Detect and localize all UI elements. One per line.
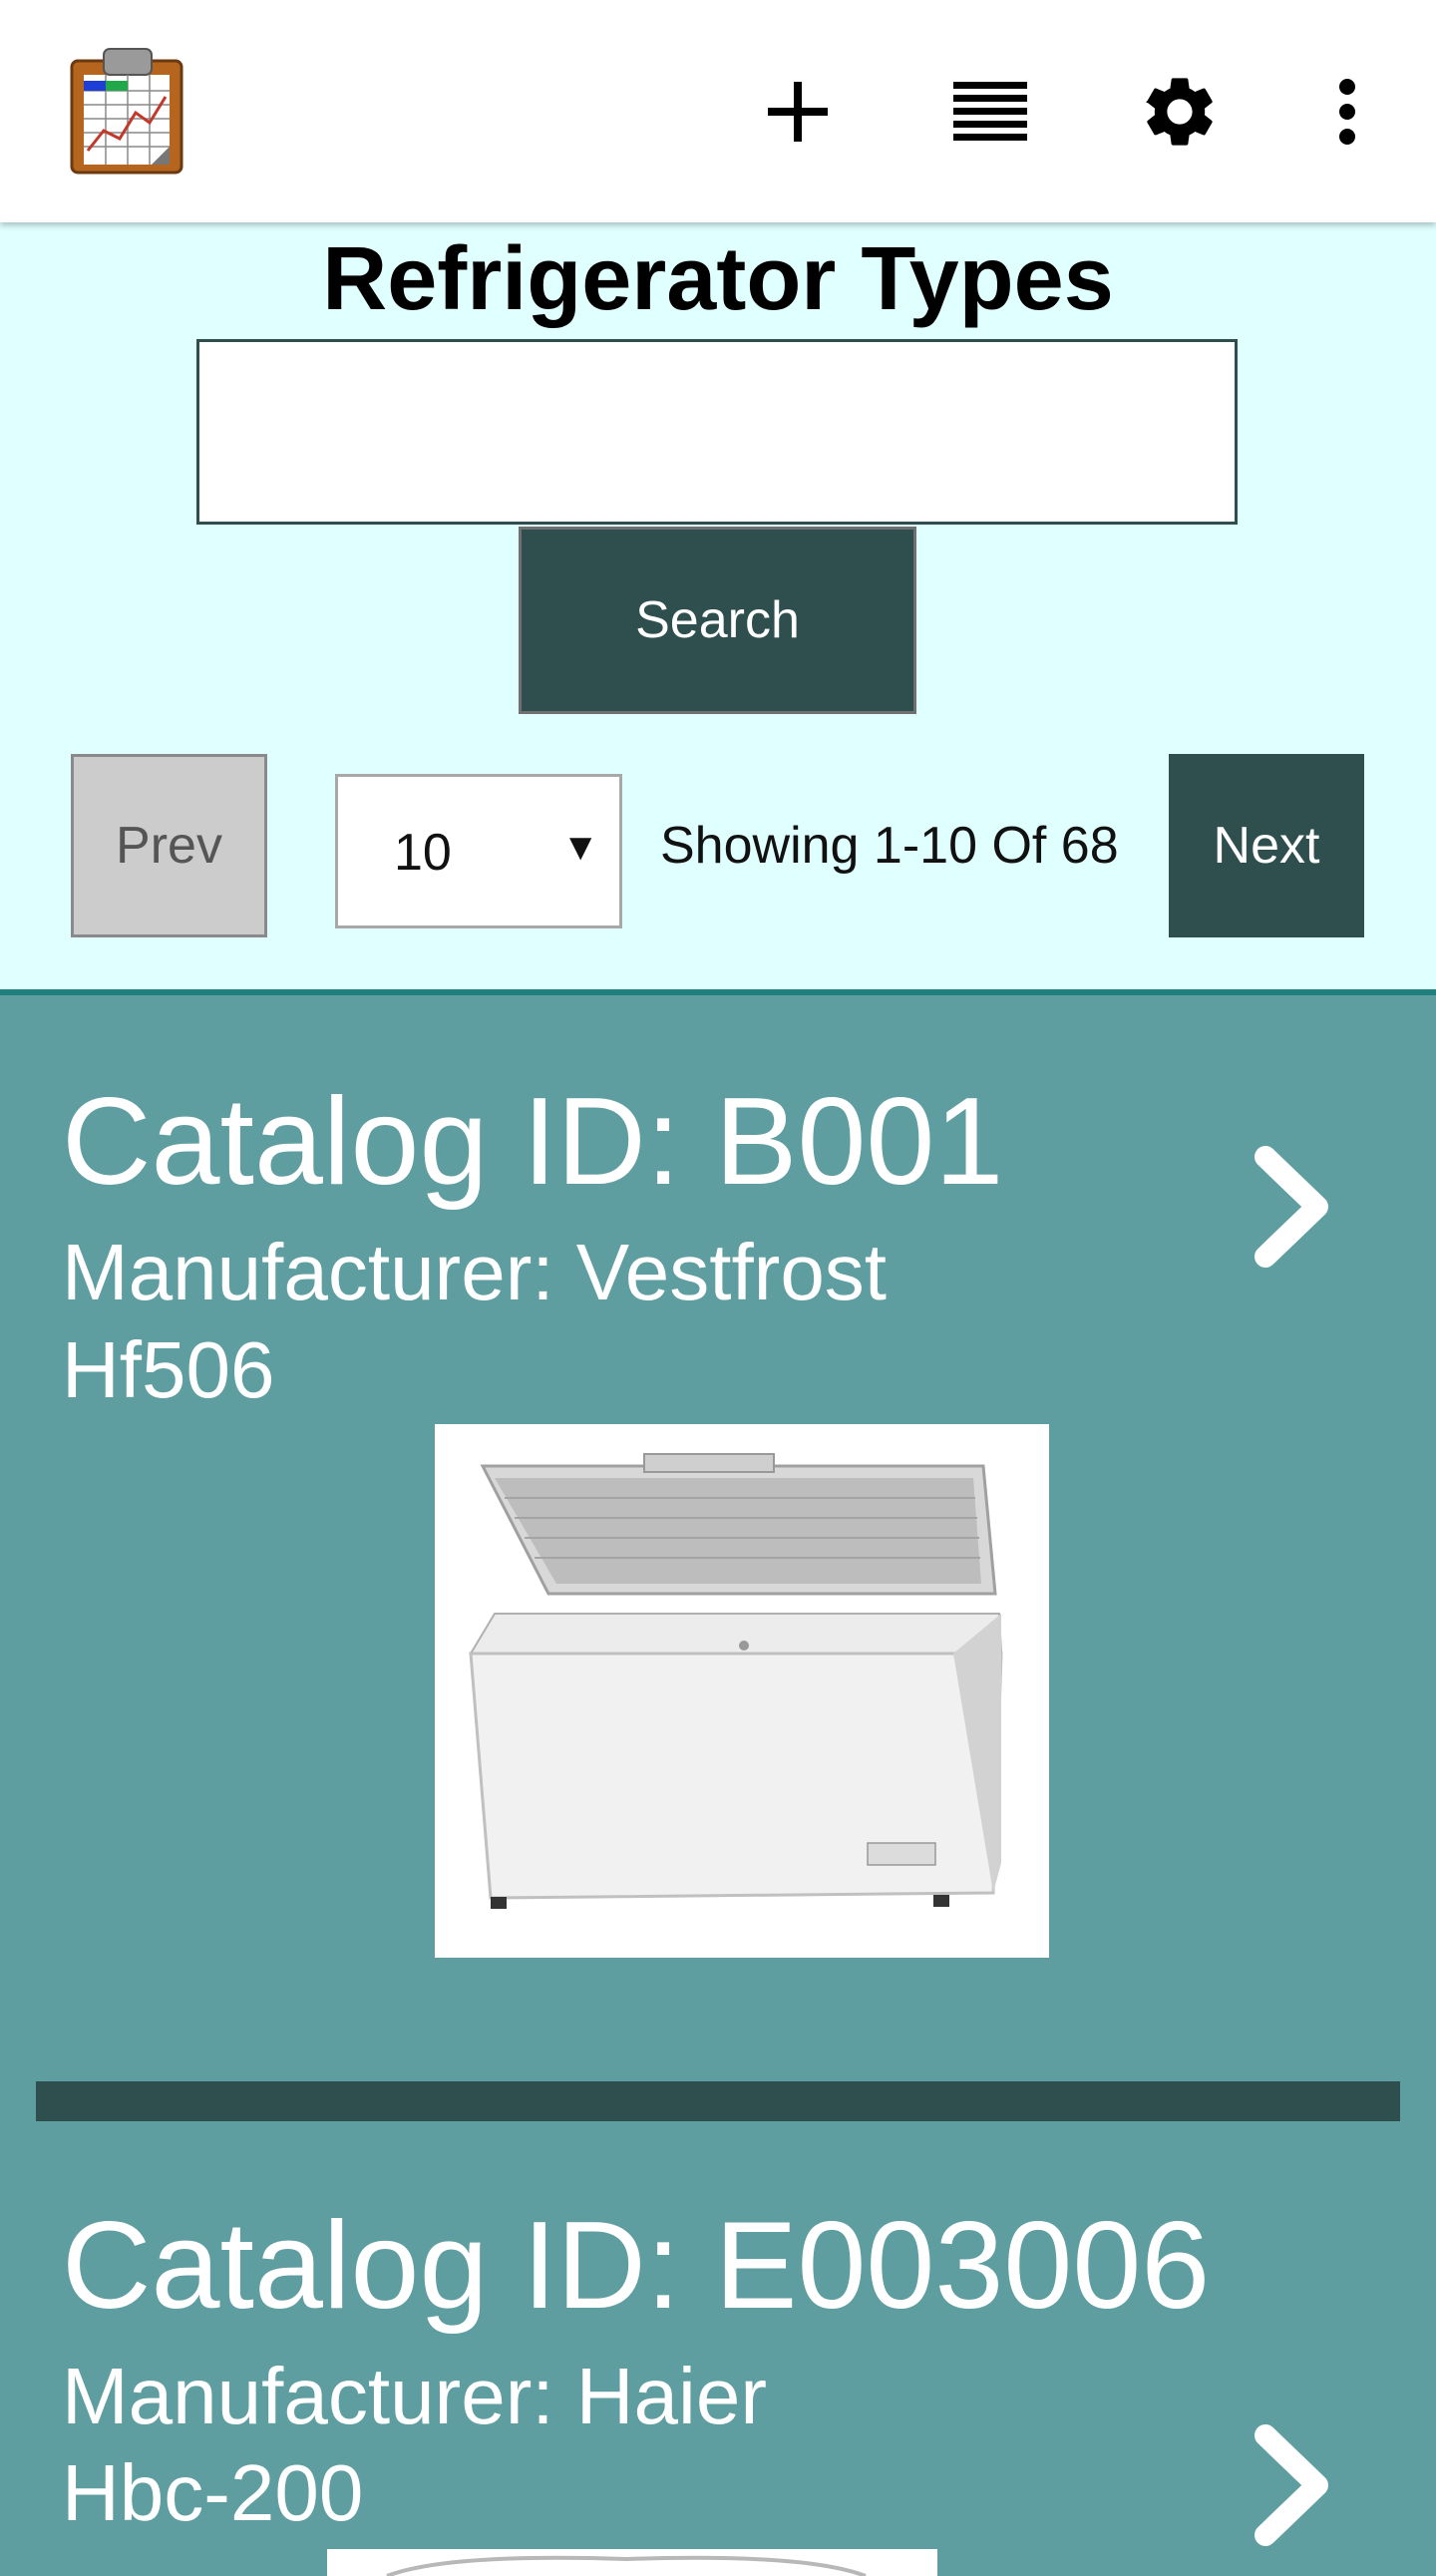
next-button[interactable]: Next <box>1169 754 1364 937</box>
model: Hbc-200 <box>62 2448 364 2537</box>
pagination-status: Showing 1-10 Of 68 <box>660 817 1119 875</box>
item-divider <box>36 2081 1400 2121</box>
dropdown-arrow-icon: ▼ <box>561 827 599 869</box>
more-vert-icon[interactable] <box>1302 62 1392 162</box>
product-image <box>435 1424 1049 1958</box>
chevron-right-icon[interactable] <box>1242 1137 1341 1277</box>
page-title: Refrigerator Types <box>322 229 1114 329</box>
search-button[interactable]: Search <box>519 527 916 714</box>
clipboard-chart-icon[interactable] <box>70 47 185 177</box>
chevron-right-icon[interactable] <box>1242 2415 1341 2555</box>
catalog-id: Catalog ID: E003006 <box>62 2197 1211 2335</box>
app-bar <box>0 0 1436 222</box>
page-size-value: 10 <box>394 824 452 882</box>
product-image <box>327 2549 937 2576</box>
manufacturer: Manufacturer: Vestfrost <box>62 1228 888 1316</box>
model: Hf506 <box>62 1325 275 1414</box>
gear-icon[interactable] <box>1135 62 1225 162</box>
prev-button[interactable]: Prev <box>71 754 267 937</box>
list-lines-icon[interactable] <box>945 62 1035 162</box>
catalog-id: Catalog ID: B001 <box>62 1073 1004 1211</box>
search-input[interactable] <box>196 339 1238 525</box>
panel-divider <box>0 989 1436 995</box>
manufacturer: Manufacturer: Haier <box>62 2352 767 2440</box>
page-size-select[interactable]: 10 ▼ <box>335 774 622 928</box>
plus-icon[interactable] <box>753 62 843 162</box>
